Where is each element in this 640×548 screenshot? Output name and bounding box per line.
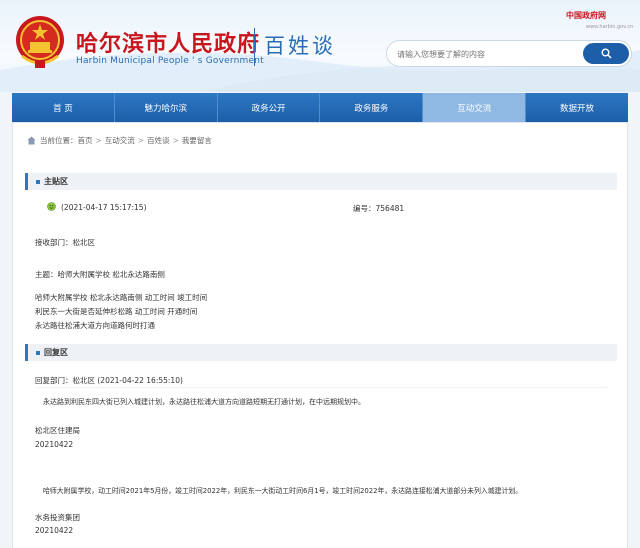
nav-item-gov-affairs-open[interactable]: 政务公开 (218, 93, 321, 122)
search-button[interactable] (583, 43, 629, 64)
reply-divider (37, 387, 607, 388)
china-gov-link[interactable]: 中国政府网 (566, 10, 606, 21)
reply-text: 永达路到利民东四大街已列入城建计划，永达路往松浦大道方向道路短期无打通计划，在中… (43, 398, 365, 406)
search-input[interactable] (397, 47, 583, 61)
section-title: 百姓谈 (264, 34, 336, 58)
nav-item-gov-services[interactable]: 政务服务 (320, 93, 424, 122)
main-nav: 首 页 魅力哈尔滨 政务公开 政务服务 互动交流 数据开放 (12, 93, 628, 122)
breadcrumb-item-leave-message: 我要留言 (181, 136, 212, 145)
post-department: 接收部门：松北区 (35, 238, 95, 247)
post-body-line: 哈师大附属学校 松北永达路南侧 动工时间 竣工时间 (35, 293, 208, 302)
section-dot (36, 350, 40, 355)
national-emblem-icon (16, 16, 64, 68)
breadcrumb-item-baixingtan[interactable]: 百姓谈 (147, 135, 170, 146)
reply-text: 哈师大附属学校，动工时间2021年5月份，竣工时间2022年，利民东一大街动工时… (43, 487, 523, 495)
breadcrumb-separator: > (137, 136, 145, 145)
breadcrumb-item-home[interactable]: 首页 (78, 135, 93, 146)
content-panel: 当前位置： 首页 > 互动交流 > 百姓谈 > 我要留言 主贴区 (2021-0… (12, 122, 628, 548)
site-header: 哈尔滨市人民政府 Harbin Municipal People ' s Gov… (0, 0, 640, 92)
nav-item-charm-harbin[interactable]: 魅力哈尔滨 (115, 93, 218, 122)
site-title[interactable]: 哈尔滨市人民政府 (76, 26, 260, 58)
breadcrumb: 当前位置： 首页 > 互动交流 > 百姓谈 > 我要留言 (27, 135, 212, 146)
china-gov-url: www.harbin.gov.cn (586, 24, 634, 30)
title-divider (254, 28, 255, 66)
reply-date: 20210422 (35, 440, 74, 449)
user-avatar-icon (47, 202, 56, 211)
nav-item-home[interactable]: 首 页 (12, 93, 115, 122)
search-icon (601, 48, 612, 59)
post-number: 编号：756481 (353, 204, 405, 213)
reply-org: 松北区住建局 (35, 426, 80, 435)
breadcrumb-prefix: 当前位置： (40, 136, 78, 145)
breadcrumb-separator: > (95, 136, 102, 145)
reply-section-bar: 回复区 (25, 344, 617, 361)
site-subtitle: Harbin Municipal People ' s Government (76, 56, 264, 66)
post-body-line: 永达路往松浦大道方向道路何时打通 (35, 321, 155, 330)
reply-section-label: 回复区 (44, 348, 68, 357)
location-icon (27, 136, 36, 145)
post-subject: 主题：哈师大附属学校 松北永达路南侧 (35, 270, 165, 279)
search-box (386, 40, 632, 67)
post-datetime: (2021-04-17 15:17:15) (61, 203, 147, 212)
main-post-section-bar: 主贴区 (25, 173, 617, 190)
nav-item-interaction[interactable]: 互动交流 (423, 93, 527, 122)
breadcrumb-separator: > (172, 136, 179, 145)
reply-date: 20210422 (35, 526, 74, 535)
post-body-line: 利民东一大街是否延伸杉松路 动工时间 开通时间 (35, 307, 198, 316)
reply-header: 回复部门：松北区 (2021-04-22 16:55:10) (35, 376, 183, 385)
reply-org: 水务投资集团 (35, 513, 80, 522)
main-post-section-label: 主贴区 (44, 177, 68, 186)
section-dot (36, 179, 40, 184)
breadcrumb-item-interaction[interactable]: 互动交流 (105, 135, 135, 146)
nav-item-data-open[interactable]: 数据开放 (526, 93, 628, 122)
